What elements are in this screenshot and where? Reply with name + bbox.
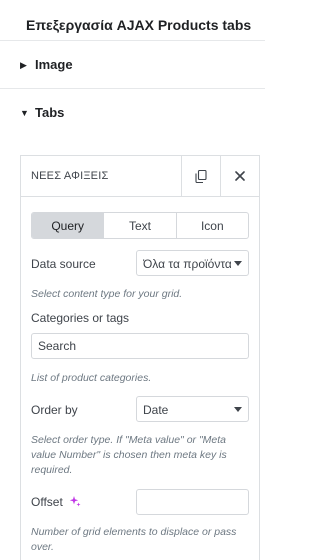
remove-button[interactable] bbox=[220, 156, 259, 196]
section-tabs-label: Tabs bbox=[35, 105, 65, 120]
offset-label-text: Offset bbox=[31, 495, 63, 509]
copy-icon bbox=[195, 169, 207, 183]
categories-search-input[interactable] bbox=[31, 333, 249, 359]
offset-description: Number of grid elements to displace or p… bbox=[31, 526, 237, 553]
data-source-value: Όλα τα προϊόντα bbox=[143, 257, 231, 271]
order-by-label: Order by bbox=[31, 403, 78, 417]
order-by-value: Date bbox=[143, 403, 169, 417]
tab-item-title: ΝΕΕΣ ΑΦΙΞΕΙΣ bbox=[31, 170, 109, 182]
tab-item-header[interactable]: ΝΕΕΣ ΑΦΙΞΕΙΣ bbox=[21, 156, 259, 197]
ai-sparkle-icon[interactable] bbox=[69, 495, 81, 507]
tab-text[interactable]: Text bbox=[104, 213, 177, 238]
chevron-down-icon bbox=[234, 407, 242, 412]
categories-description: List of product categories. bbox=[31, 372, 152, 384]
data-source-description: Select content type for your grid. bbox=[31, 288, 183, 300]
caret-down-icon: ▼ bbox=[20, 108, 29, 118]
offset-label: Offset bbox=[31, 495, 81, 509]
section-image[interactable]: ▶ Image bbox=[0, 41, 265, 89]
tab-query[interactable]: Query bbox=[32, 213, 105, 238]
order-by-description: Select order type. If "Meta value" or "M… bbox=[31, 434, 227, 476]
categories-label: Categories or tags bbox=[31, 311, 130, 325]
caret-right-icon: ▶ bbox=[20, 60, 27, 70]
section-image-label: Image bbox=[35, 57, 73, 72]
chevron-down-icon bbox=[234, 261, 242, 266]
order-by-select[interactable]: Date bbox=[136, 396, 249, 422]
editor-header: Επεξεργασία AJAX Products tabs bbox=[0, 0, 265, 41]
data-source-label: Data source bbox=[31, 257, 96, 271]
control-tabs: Query Text Icon bbox=[31, 212, 249, 239]
page-title: Επεξεργασία AJAX Products tabs bbox=[26, 17, 252, 33]
duplicate-button[interactable] bbox=[181, 156, 220, 196]
close-icon bbox=[235, 171, 245, 181]
offset-input[interactable] bbox=[136, 489, 249, 515]
data-source-select[interactable]: Όλα τα προϊόντα bbox=[136, 250, 249, 276]
tab-item-panel: ΝΕΕΣ ΑΦΙΞΕΙΣ Query Text Icon Data source… bbox=[20, 155, 260, 560]
tab-icon[interactable]: Icon bbox=[177, 213, 248, 238]
section-tabs[interactable]: ▼ Tabs bbox=[0, 89, 265, 137]
